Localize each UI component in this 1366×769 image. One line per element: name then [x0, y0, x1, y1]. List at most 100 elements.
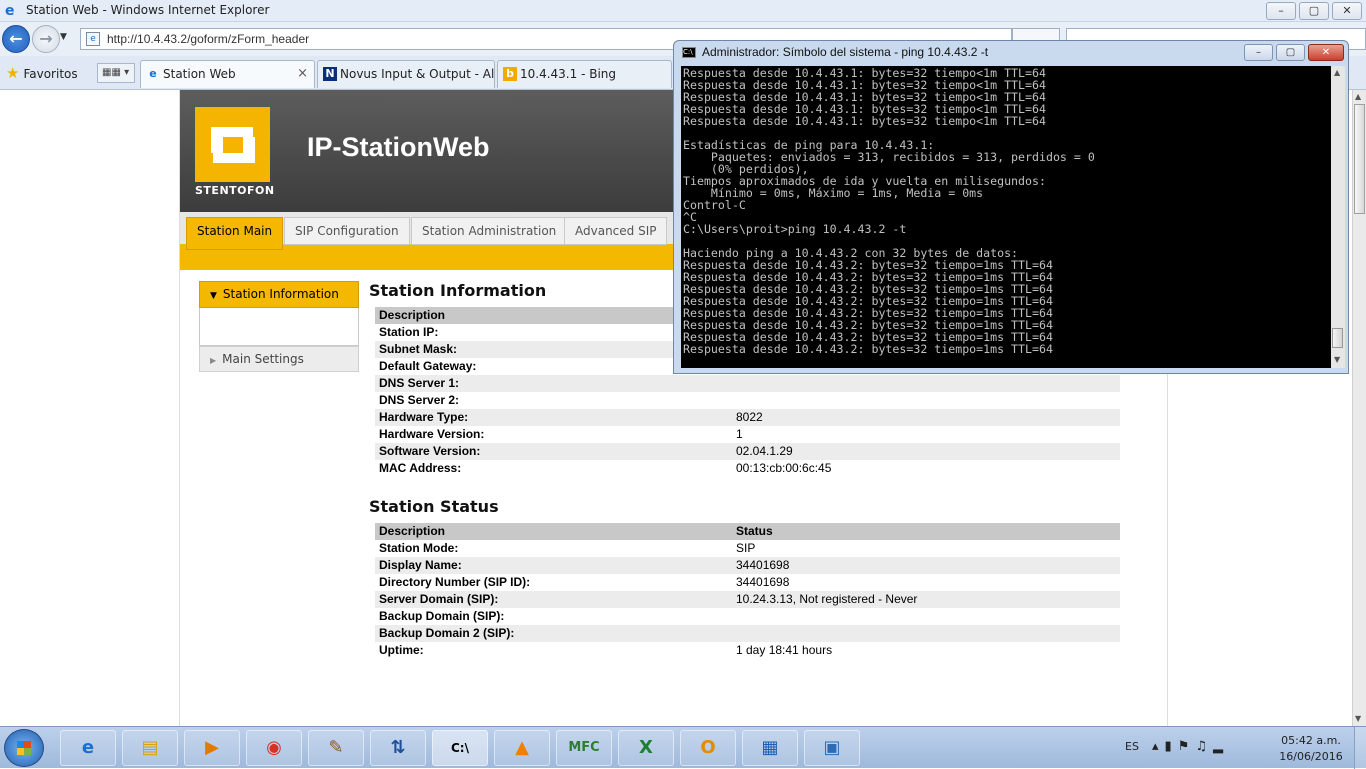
- system-tray[interactable]: ▴▮⚑♫▂: [1152, 739, 1229, 754]
- cmd-maximize-button[interactable]: ▢: [1276, 44, 1305, 61]
- cmd-title: Administrador: Símbolo del sistema - pin…: [702, 45, 989, 59]
- row-value: 1 day 18:41 hours: [736, 643, 833, 657]
- table-row: DNS Server 1:: [375, 375, 1120, 392]
- picture-viewer-icon[interactable]: ▣: [804, 730, 860, 766]
- favorites-button[interactable]: ★ Favoritos: [6, 64, 78, 82]
- page-scrollbar[interactable]: ▲ ▼: [1352, 90, 1366, 726]
- cmd-scrollbar[interactable]: ▲ ▼: [1331, 66, 1345, 368]
- cmd-minimize-button[interactable]: –: [1244, 44, 1273, 61]
- menu-item-station-information[interactable]: ▼ Station Information: [199, 281, 359, 308]
- row-label: Hardware Type:: [379, 410, 469, 424]
- mfc-app-icon[interactable]: MFC: [556, 730, 612, 766]
- novus-icon: N: [323, 67, 337, 81]
- address-url[interactable]: http://10.4.43.2/goform/zForm_header: [107, 32, 309, 46]
- tab-label: Station Web: [163, 67, 236, 81]
- internet-explorer-icon: e: [149, 67, 157, 80]
- table-row: Directory Number (SIP ID): 34401698: [375, 574, 1120, 591]
- row-value: 1: [736, 427, 743, 441]
- cmd-console[interactable]: Respuesta desde 10.4.43.1: bytes=32 tiem…: [681, 66, 1331, 368]
- cmd-title-bar[interactable]: C:\ Administrador: Símbolo del sistema -…: [674, 41, 1348, 65]
- control-panel-icon[interactable]: ▦: [742, 730, 798, 766]
- outlook-icon[interactable]: O: [680, 730, 736, 766]
- scroll-down-icon[interactable]: ▼: [1334, 355, 1340, 364]
- menu-item-main-settings[interactable]: ▶ Main Settings: [199, 346, 359, 372]
- minimize-button[interactable]: –: [1266, 2, 1296, 20]
- clock[interactable]: 05:42 a.m. 16/06/2016: [1276, 733, 1346, 765]
- cmd-close-button[interactable]: ✕: [1308, 44, 1344, 61]
- site-brand: IP-StationWeb: [307, 132, 490, 162]
- triangle-right-icon: ▶: [210, 356, 217, 365]
- media-player-icon[interactable]: ▶: [184, 730, 240, 766]
- chevron-down-icon[interactable]: ▼: [60, 32, 67, 42]
- tab-station-web[interactable]: e Station Web ×: [140, 60, 315, 88]
- row-label: Uptime:: [379, 643, 424, 657]
- show-desktop-button[interactable]: [1354, 727, 1366, 769]
- row-label: Default Gateway:: [379, 359, 477, 373]
- vlc-icon[interactable]: ▲: [494, 730, 550, 766]
- station-status-table: Description Status Station Mode: SIP Displ…: [375, 523, 1120, 659]
- console-output: Respuesta desde 10.4.43.1: bytes=32 tiem…: [683, 66, 1095, 356]
- tab-bing[interactable]: b 10.4.43.1 - Bing: [497, 60, 672, 88]
- paint-icon[interactable]: ✎: [308, 730, 364, 766]
- browser-title-bar: e Station Web - Windows Internet Explore…: [0, 0, 1366, 22]
- file-explorer-icon[interactable]: ▤: [122, 730, 178, 766]
- battery-icon[interactable]: ▮: [1165, 739, 1178, 754]
- tab-station-administration[interactable]: Station Administration: [411, 217, 568, 245]
- scroll-up-icon[interactable]: ▲: [1355, 92, 1361, 101]
- table-row: Uptime: 1 day 18:41 hours: [375, 642, 1120, 659]
- network-tool-icon[interactable]: ⇅: [370, 730, 426, 766]
- header-description: Description: [379, 524, 446, 538]
- maximize-button[interactable]: ▢: [1299, 2, 1329, 20]
- table-row: Software Version: 02.04.1.29: [375, 443, 1120, 460]
- table-row: Backup Domain 2 (SIP):: [375, 625, 1120, 642]
- language-indicator[interactable]: ES: [1125, 740, 1139, 753]
- table-row: Server Domain (SIP): 10.24.3.13, Not regi…: [375, 591, 1120, 608]
- scrollbar-thumb[interactable]: [1354, 104, 1365, 214]
- menu-item-label: Station Information: [222, 287, 339, 301]
- chrome-icon[interactable]: ◉: [246, 730, 302, 766]
- row-label: Software Version:: [379, 444, 481, 458]
- scrollbar-thumb[interactable]: [1332, 328, 1343, 348]
- close-icon[interactable]: ×: [297, 61, 308, 87]
- tab-station-main[interactable]: Station Main: [186, 217, 284, 250]
- row-label: DNS Server 1:: [379, 376, 460, 390]
- row-label: Backup Domain (SIP):: [379, 609, 505, 623]
- back-button[interactable]: ←: [2, 25, 30, 53]
- row-label: Station IP:: [379, 325, 439, 339]
- scroll-down-icon[interactable]: ▼: [1355, 714, 1361, 723]
- start-button[interactable]: [4, 729, 44, 767]
- row-label: Directory Number (SIP ID):: [379, 575, 531, 589]
- command-prompt-window[interactable]: C:\ Administrador: Símbolo del sistema -…: [673, 40, 1349, 374]
- row-value: SIP: [736, 541, 756, 555]
- table-row: Display Name: 34401698: [375, 557, 1120, 574]
- row-value: 00:13:cb:00:6c:45: [736, 461, 832, 475]
- table-row: MAC Address: 00:13:cb:00:6c:45: [375, 460, 1120, 477]
- tab-novus[interactable]: N Novus Input & Output - Al...: [317, 60, 495, 88]
- signal-icon[interactable]: ▂: [1213, 739, 1229, 754]
- quick-tabs-button[interactable]: ▦▦ ▾: [97, 63, 135, 83]
- forward-button[interactable]: →: [32, 25, 60, 53]
- scroll-up-icon[interactable]: ▲: [1334, 68, 1340, 77]
- taskbar: e ▤ ▶ ◉ ✎ ⇅ C:\ ▲ MFC X O ▦ ▣ ES ▴▮⚑♫▂ 0…: [0, 726, 1366, 769]
- tab-sip-configuration[interactable]: SIP Configuration: [284, 217, 410, 245]
- table-row: DNS Server 2:: [375, 392, 1120, 409]
- excel-icon[interactable]: X: [618, 730, 674, 766]
- row-label: Subnet Mask:: [379, 342, 458, 356]
- table-header: Description Status: [375, 523, 1120, 540]
- page-icon: e: [86, 32, 100, 46]
- volume-icon[interactable]: ♫: [1195, 739, 1213, 754]
- header-status: Status: [736, 524, 773, 538]
- chevron-up-icon[interactable]: ▴: [1152, 739, 1165, 754]
- table-row: Backup Domain (SIP):: [375, 608, 1120, 625]
- close-button[interactable]: ✕: [1332, 2, 1362, 20]
- row-label: Display Name:: [379, 558, 462, 572]
- flag-icon[interactable]: ⚑: [1178, 739, 1196, 754]
- bing-icon: b: [503, 67, 517, 81]
- row-label: DNS Server 2:: [379, 393, 460, 407]
- command-prompt-icon[interactable]: C:\: [432, 730, 488, 766]
- row-value: 34401698: [736, 575, 790, 589]
- internet-explorer-icon[interactable]: e: [60, 730, 116, 766]
- row-value: 02.04.1.29: [736, 444, 793, 458]
- menu-item-label: Main Settings: [222, 352, 304, 366]
- tab-advanced-sip[interactable]: Advanced SIP: [564, 217, 668, 245]
